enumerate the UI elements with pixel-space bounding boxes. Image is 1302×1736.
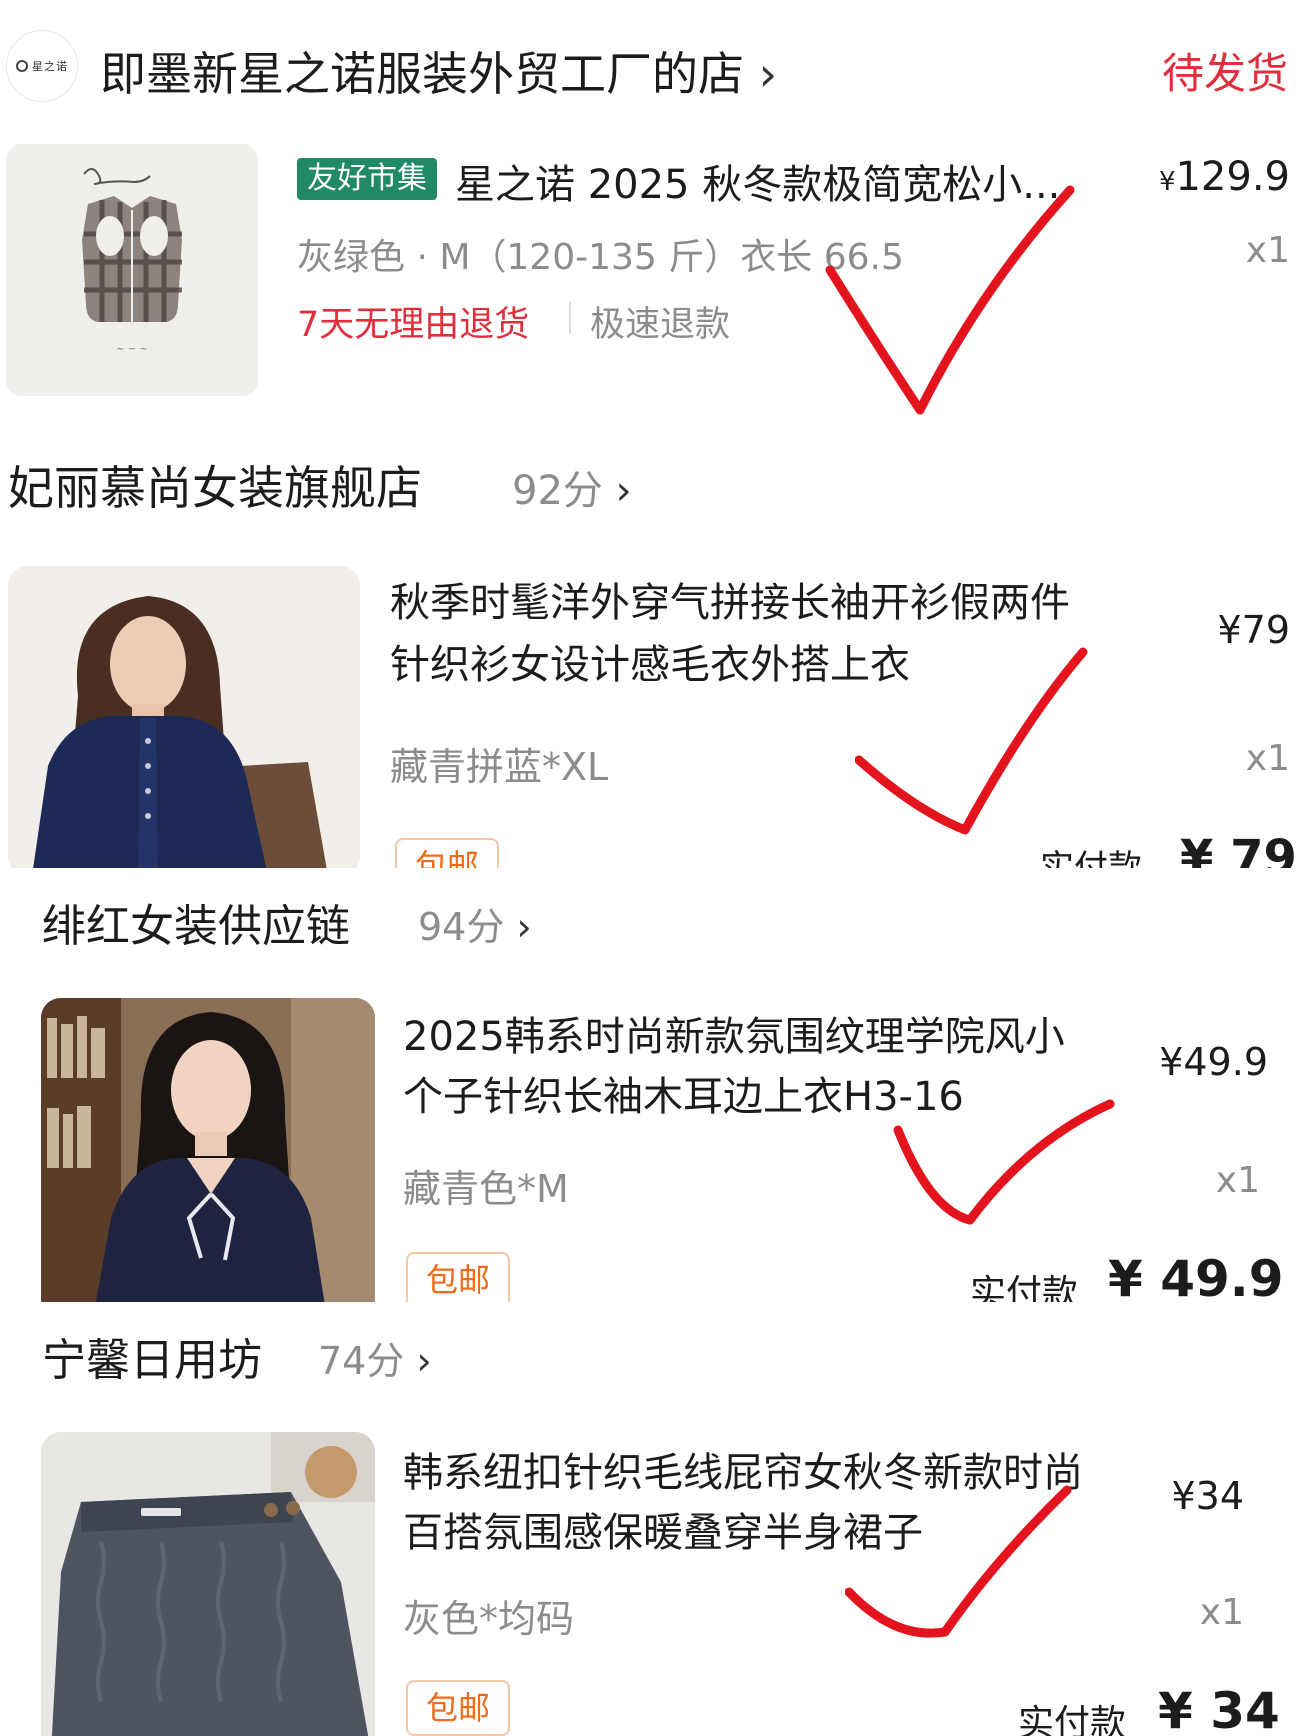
order-card-1: 星之诺 即墨新星之诺服装外贸工厂的店 › 待发货 ~ ~ ~ 友好市集 星之诺 …: [0, 0, 1302, 420]
product-image[interactable]: [41, 998, 375, 1302]
product-qty: x1: [1245, 230, 1290, 271]
shop-score[interactable]: 92分 ›: [512, 458, 632, 516]
paid-label: 实付款: [970, 1273, 1079, 1302]
product-image[interactable]: ~ ~ ~: [6, 144, 258, 396]
order-card-3: 绯红女装供应链 94分 › 2025韩系时尚新款氛围纹理学院风小 个子针织长袖木…: [8, 868, 1296, 1302]
shop-logo-text: 星之诺: [32, 60, 68, 73]
product-image[interactable]: [41, 1432, 375, 1736]
product-spec: 藏青拼蓝*XL: [390, 745, 609, 789]
divider: [569, 302, 571, 334]
product-spec: 灰色*均码: [403, 1597, 575, 1641]
product-title-line1[interactable]: 2025韩系时尚新款氛围纹理学院风小: [403, 1004, 1065, 1062]
free-shipping-tag: 包邮: [395, 838, 499, 868]
paid-amount: ¥ 79: [1180, 830, 1297, 868]
product-image[interactable]: [8, 566, 360, 868]
paid-amount: ¥ 34: [1158, 1682, 1280, 1736]
product-qty: x1: [1245, 738, 1290, 779]
chevron-right-icon: ›: [602, 468, 632, 514]
product-price: ¥79: [1217, 608, 1290, 652]
shop-logo[interactable]: 星之诺: [6, 30, 78, 102]
shop-name[interactable]: 绯红女装供应链: [42, 890, 350, 954]
service-return: 7天无理由退货: [297, 305, 530, 345]
product-title-line1[interactable]: 秋季时髦洋外穿气拼接长袖开衫假两件: [390, 570, 1070, 628]
product-spec: 藏青色*M: [403, 1167, 569, 1211]
product-title[interactable]: 星之诺 2025 秋冬款极简宽松小...: [455, 152, 1060, 210]
paid-label: 实付款: [1040, 848, 1142, 868]
shop-name[interactable]: 妃丽慕尚女装旗舰店: [8, 452, 422, 518]
product-price: ¥129.9: [1158, 154, 1290, 200]
product-qty: x1: [1199, 1592, 1244, 1633]
service-refund: 极速退款: [590, 305, 731, 345]
shop-score[interactable]: 74分 ›: [318, 1330, 432, 1385]
order-card-2: 妃丽慕尚女装旗舰店 92分 › 秋季时髦洋外穿气拼接长袖开衫假两件 针织衫女设计…: [0, 420, 1302, 868]
shop-name: 即墨新星之诺服装外贸工厂的店: [100, 47, 744, 101]
product-title-line1[interactable]: 韩系纽扣针织毛线屁帘女秋冬新款时尚: [403, 1440, 1083, 1498]
free-shipping-tag: 包邮: [406, 1680, 510, 1736]
logo-mark-icon: [16, 60, 28, 72]
free-shipping-tag: 包邮: [406, 1252, 510, 1302]
shop-name-link[interactable]: 即墨新星之诺服装外贸工厂的店 ›: [100, 38, 777, 104]
product-title-line2[interactable]: 百搭氛围感保暖叠穿半身裙子: [403, 1500, 923, 1558]
product-spec: 灰绿色 · M（120-135 斤）衣长 66.5: [297, 237, 904, 278]
chevron-right-icon: ›: [758, 47, 778, 101]
product-price: ¥34: [1171, 1474, 1244, 1518]
paid-amount: ¥ 49.9: [1108, 1250, 1284, 1302]
shop-score[interactable]: 94分 ›: [418, 896, 532, 951]
product-title-line2[interactable]: 针织衫女设计感毛衣外搭上衣: [390, 632, 910, 690]
paid-label: 实付款: [1018, 1703, 1127, 1736]
market-badge: 友好市集: [297, 158, 437, 200]
product-price: ¥49.9: [1159, 1040, 1268, 1084]
product-title-line2[interactable]: 个子针织长袖木耳边上衣H3-16: [403, 1064, 964, 1122]
chevron-right-icon: ›: [504, 905, 532, 949]
chevron-right-icon: ›: [404, 1339, 432, 1383]
product-qty: x1: [1215, 1160, 1260, 1201]
order-card-4: 宁馨日用坊 74分 › 韩系纽扣针织毛线屁帘女秋冬新款时尚 百搭氛围感保暖叠穿半…: [8, 1302, 1296, 1736]
order-status: 待发货: [1161, 49, 1288, 98]
svg-text:~ ~ ~: ~ ~ ~: [116, 344, 148, 355]
shop-name[interactable]: 宁馨日用坊: [42, 1324, 262, 1388]
